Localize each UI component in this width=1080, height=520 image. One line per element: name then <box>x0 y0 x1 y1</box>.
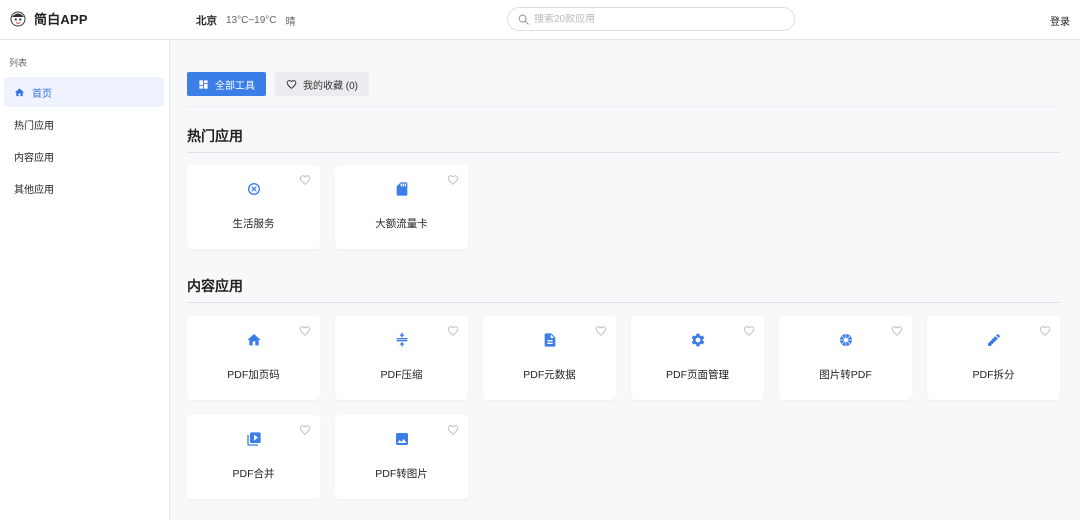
all-tools-tab-label: 全部工具 <box>215 80 255 92</box>
brand[interactable]: 简白APP <box>10 9 88 28</box>
life-service-icon <box>246 181 262 197</box>
main-content: 全部工具 我的收藏 (0) 热门应用 生活服务 大额流量卡 内容应用 PDF加页… <box>171 40 1080 520</box>
app-card-label: PDF元数据 <box>523 369 576 381</box>
favorite-heart-icon[interactable] <box>891 325 903 337</box>
favorite-heart-icon[interactable] <box>299 325 311 337</box>
document-icon <box>542 332 558 348</box>
favorite-heart-icon[interactable] <box>595 325 607 337</box>
aperture-icon <box>838 332 854 348</box>
app-name: 简白APP <box>34 12 88 27</box>
weather-widget: 北京 13°C~19°C 晴 <box>196 13 296 28</box>
favorites-tab-label: 我的收藏 (0) <box>303 80 358 92</box>
app-card-label: 图片转PDF <box>819 369 872 381</box>
sidebar-item-home[interactable]: 首页 <box>4 77 164 107</box>
sidebar-item-content-apps[interactable]: 内容应用 <box>4 141 164 171</box>
app-card[interactable]: PDF转图片 <box>335 415 468 499</box>
favorite-heart-icon[interactable] <box>447 174 459 186</box>
favorites-tab[interactable]: 我的收藏 (0) <box>275 72 369 96</box>
app-card[interactable]: 图片转PDF <box>779 316 912 400</box>
search-box[interactable] <box>507 7 795 31</box>
weather-condition: 晴 <box>285 17 296 28</box>
search-icon <box>518 14 529 25</box>
favorite-heart-icon[interactable] <box>1039 325 1051 337</box>
tabs-divider <box>187 106 1060 107</box>
sim-card-icon <box>394 181 410 197</box>
app-card[interactable]: PDF拆分 <box>927 316 1060 400</box>
hot-apps-section-title: 热门应用 <box>187 128 243 144</box>
search-input[interactable] <box>534 13 774 25</box>
sidebar-item-label: 热门应用 <box>14 120 54 132</box>
hot-apps-divider <box>187 152 1060 153</box>
app-card[interactable]: PDF压缩 <box>335 316 468 400</box>
app-card-label: PDF加页码 <box>227 369 280 381</box>
app-card-label: PDF合并 <box>232 468 275 480</box>
app-card[interactable]: PDF合并 <box>187 415 320 499</box>
app-card[interactable]: PDF元数据 <box>483 316 616 400</box>
all-tools-tab[interactable]: 全部工具 <box>187 72 266 96</box>
image-icon <box>394 431 410 447</box>
login-link[interactable]: 登录 <box>1050 13 1070 28</box>
app-card-label: PDF拆分 <box>972 369 1015 381</box>
content-apps-divider <box>187 302 1060 303</box>
favorite-heart-icon[interactable] <box>447 325 459 337</box>
app-card-label: 生活服务 <box>232 218 275 230</box>
app-card[interactable]: 大额流量卡 <box>335 165 468 249</box>
sidebar-item-label: 内容应用 <box>14 152 54 164</box>
heart-outline-icon <box>286 79 297 90</box>
video-library-icon <box>246 431 262 447</box>
favorite-heart-icon[interactable] <box>299 424 311 436</box>
sidebar-item-label: 其他应用 <box>14 184 54 196</box>
favorite-heart-icon[interactable] <box>447 424 459 436</box>
compress-icon <box>394 332 410 348</box>
favorite-heart-icon[interactable] <box>299 174 311 186</box>
app-logo-icon <box>10 10 26 27</box>
sidebar: 列表 首页 热门应用 内容应用 其他应用 <box>0 40 170 520</box>
pencil-icon <box>986 332 1002 348</box>
sidebar-item-label: 首页 <box>32 88 52 100</box>
app-card[interactable]: PDF加页码 <box>187 316 320 400</box>
top-bar: 简白APP 北京 13°C~19°C 晴 登录 <box>0 0 1080 40</box>
weather-city: 北京 <box>196 15 217 27</box>
sidebar-section-label: 列表 <box>9 58 28 68</box>
app-card-label: 大额流量卡 <box>375 218 428 230</box>
favorite-heart-icon[interactable] <box>743 325 755 337</box>
app-card-label: PDF转图片 <box>375 468 428 480</box>
sidebar-item-hot-apps[interactable]: 热门应用 <box>4 109 164 139</box>
app-card-label: PDF页面管理 <box>666 369 729 381</box>
app-card-label: PDF压缩 <box>380 369 423 381</box>
app-card[interactable]: 生活服务 <box>187 165 320 249</box>
app-card[interactable]: PDF页面管理 <box>631 316 764 400</box>
home-icon <box>246 332 262 348</box>
filter-tabs: 全部工具 我的收藏 (0) <box>187 72 369 96</box>
sidebar-item-other-apps[interactable]: 其他应用 <box>4 173 164 203</box>
gear-icon <box>690 332 706 348</box>
weather-temperature: 13°C~19°C <box>226 15 277 26</box>
home-icon <box>14 87 25 98</box>
dashboard-icon <box>198 79 209 90</box>
content-apps-section-title: 内容应用 <box>187 278 243 294</box>
